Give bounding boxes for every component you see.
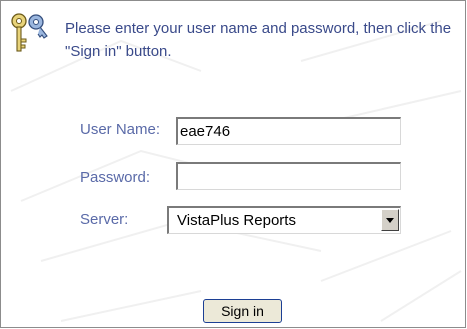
username-label: User Name:: [80, 121, 161, 138]
keys-icon: [11, 13, 48, 52]
server-dropdown-button[interactable]: [381, 209, 399, 231]
login-panel: Please enter your user name and password…: [0, 0, 466, 328]
instructions-text: Please enter your user name and password…: [65, 20, 452, 60]
username-input[interactable]: [176, 117, 401, 145]
server-select[interactable]: VistaPlus Reports: [167, 206, 401, 234]
password-label: Password:: [80, 169, 151, 186]
server-label: Server:: [80, 211, 129, 228]
server-select-value: VistaPlus Reports: [177, 212, 296, 229]
password-input[interactable]: [176, 162, 401, 190]
chevron-down-icon: [386, 218, 394, 223]
sign-in-button[interactable]: Sign in: [203, 299, 282, 323]
